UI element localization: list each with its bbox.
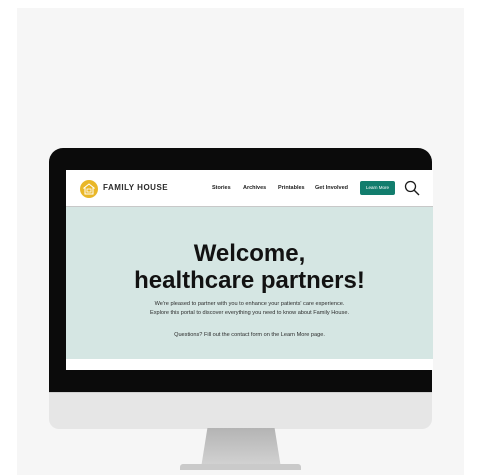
hero-description-line2: Explore this portal to discover everythi… [150,310,349,316]
monitor-screen: FAMILY HOUSE Stories Archives Printables… [66,170,433,370]
nav-archives[interactable]: Archives [243,185,266,191]
hero-description-line1: We're pleased to partner with you to enh… [154,301,345,307]
monitor-stand [201,428,281,468]
monitor-chin [49,392,432,429]
search-icon[interactable] [404,180,420,196]
brand-name[interactable]: FAMILY HOUSE [103,183,168,192]
nav-printables[interactable]: Printables [278,185,305,191]
house-logo-icon[interactable] [80,180,98,198]
site-header: FAMILY HOUSE Stories Archives Printables… [66,170,433,207]
nav-get-involved[interactable]: Get Involved [315,185,348,191]
hero-title-line1: Welcome, [193,240,306,267]
hero-title: Welcome, healthcare partners! [66,240,433,294]
hero-section: Welcome, healthcare partners! We're plea… [66,207,433,359]
monitor-base [180,464,301,470]
hero-questions-text: Questions? Fill out the contact form on … [174,332,325,338]
nav-stories[interactable]: Stories [212,185,231,191]
learn-more-button[interactable]: Learn More [360,181,395,195]
hero-title-line2: healthcare partners! [134,267,365,294]
page-content-strip [66,359,433,370]
hero-description: We're pleased to partner with you to enh… [66,300,433,318]
